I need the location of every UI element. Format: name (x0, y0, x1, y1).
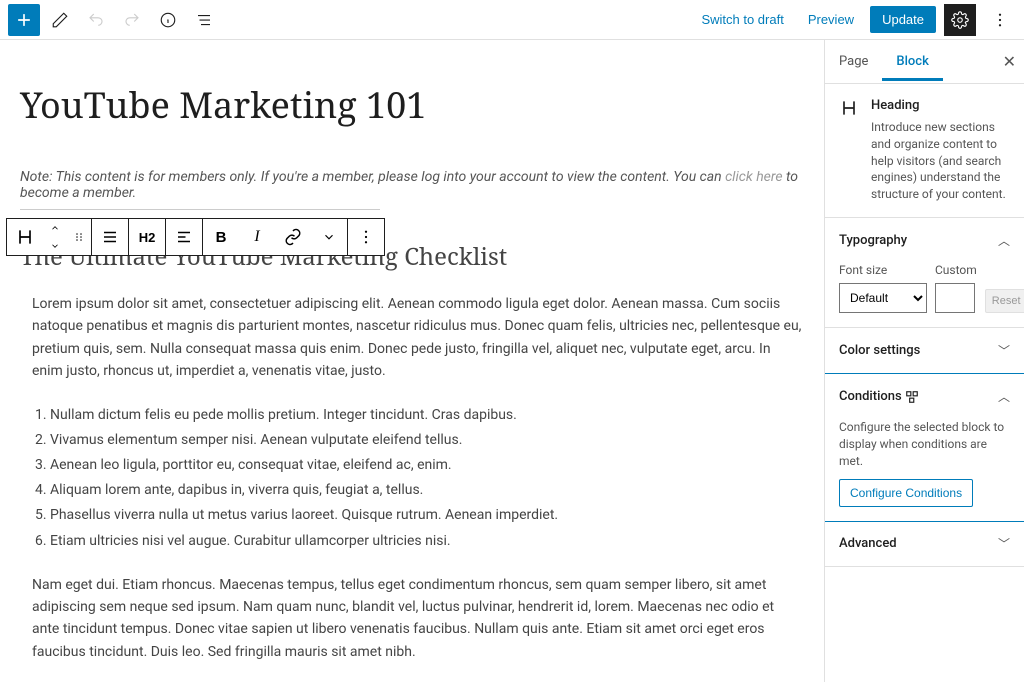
heading-block-icon (839, 98, 859, 203)
text-align-button[interactable] (166, 219, 202, 255)
font-size-select[interactable]: Default (839, 283, 927, 313)
click-here-link[interactable]: click here (725, 169, 783, 185)
block-description: Introduce new sections and organize cont… (871, 119, 1010, 203)
reset-button[interactable]: Reset (985, 289, 1024, 313)
page-title[interactable]: YouTube Marketing 101 (20, 80, 804, 129)
chevron-down-icon: ﹀ (998, 535, 1010, 552)
paragraph-block[interactable]: Lorem ipsum dolor sit amet, consectetuer… (32, 293, 804, 383)
kebab-icon (357, 228, 375, 246)
main-area: YouTube Marketing 101 Note: This content… (0, 40, 1024, 682)
heading-icon (15, 227, 35, 247)
top-toolbar-right: Switch to draft Preview Update (693, 4, 1016, 36)
settings-button[interactable] (944, 4, 976, 36)
info-button[interactable] (152, 4, 184, 36)
move-down-button[interactable] (43, 237, 67, 255)
outline-icon (195, 11, 213, 29)
color-settings-panel: Color settings ﹀ (825, 328, 1024, 374)
chevron-down-icon: ﹀ (998, 342, 1010, 359)
redo-button[interactable] (116, 4, 148, 36)
tab-page[interactable]: Page (825, 42, 882, 81)
chevron-down-icon (322, 230, 336, 244)
chevron-up-icon (48, 223, 62, 233)
editor-canvas[interactable]: YouTube Marketing 101 Note: This content… (0, 40, 824, 682)
configure-conditions-button[interactable]: Configure Conditions (839, 479, 973, 507)
note-prefix: Note: This content is for members only. … (20, 169, 725, 185)
settings-sidebar: Page Block ✕ Heading Introduce new secti… (824, 40, 1024, 682)
block-more-button[interactable] (348, 219, 384, 255)
advanced-panel: Advanced ﹀ (825, 521, 1024, 567)
content-column: Lorem ipsum dolor sit amet, consectetuer… (20, 293, 804, 682)
list-item[interactable]: Etiam ultricies nisi vel augue. Curabitu… (50, 529, 804, 554)
undo-icon (87, 11, 105, 29)
chevron-up-icon: ︿ (998, 388, 1010, 405)
typography-panel: Typography ︿ Font size Default Custom (825, 218, 1024, 328)
link-icon (284, 228, 302, 246)
block-card: Heading Introduce new sections and organ… (825, 84, 1024, 218)
conditions-toggle[interactable]: Conditions ︿ (825, 374, 1024, 419)
add-block-button[interactable] (8, 4, 40, 36)
update-button[interactable]: Update (870, 6, 936, 33)
advanced-toggle[interactable]: Advanced ﹀ (825, 521, 1024, 566)
plus-icon (14, 10, 34, 30)
chevron-up-icon: ︿ (998, 232, 1010, 249)
drag-icon (73, 228, 85, 246)
app-root: Switch to draft Preview Update YouTube M… (0, 0, 1024, 682)
custom-font-size-input[interactable] (935, 283, 975, 313)
info-icon (159, 11, 177, 29)
drag-handle[interactable] (67, 219, 91, 255)
panel-title: Typography (839, 233, 907, 248)
list-item[interactable]: Aenean leo ligula, porttitor eu, consequ… (50, 453, 804, 478)
top-toolbar-left (8, 4, 220, 36)
conditions-icon (905, 390, 919, 404)
separator-rule (20, 209, 380, 210)
list-item[interactable]: Phasellus viverra nulla ut metus varius … (50, 503, 804, 528)
italic-button[interactable]: I (239, 219, 275, 255)
block-title: Heading (871, 98, 1010, 113)
conditions-panel: Conditions ︿ Configure the selected bloc… (824, 373, 1024, 522)
custom-label: Custom (935, 263, 977, 277)
close-sidebar-button[interactable]: ✕ (1003, 52, 1016, 71)
tab-block[interactable]: Block (882, 42, 942, 81)
chevron-down-icon (48, 241, 62, 251)
panel-title: Color settings (839, 343, 920, 358)
sidebar-tabs: Page Block ✕ (825, 40, 1024, 84)
list-block[interactable]: Nullam dictum felis eu pede mollis preti… (32, 403, 804, 554)
move-up-button[interactable] (43, 219, 67, 237)
undo-button[interactable] (80, 4, 112, 36)
bold-button[interactable]: B (203, 219, 239, 255)
pencil-icon (51, 11, 69, 29)
align-button[interactable] (92, 219, 128, 255)
preview-button[interactable]: Preview (800, 6, 862, 33)
more-menu-button[interactable] (984, 4, 1016, 36)
paragraph-block[interactable]: Nam eget dui. Etiam rhoncus. Maecenas te… (32, 574, 804, 664)
gear-icon (951, 11, 969, 29)
list-item[interactable]: Aliquam lorem ante, dapibus in, viverra … (50, 478, 804, 503)
block-toolbar: H2 B I (6, 218, 385, 256)
list-item[interactable]: Vivamus elementum semper nisi. Aenean vu… (50, 428, 804, 453)
align-icon (101, 228, 119, 246)
switch-to-draft-button[interactable]: Switch to draft (693, 6, 791, 33)
list-item[interactable]: Nullam dictum felis eu pede mollis preti… (50, 403, 804, 428)
more-rich-text-button[interactable] (311, 219, 347, 255)
link-button[interactable] (275, 219, 311, 255)
panel-title: Conditions (839, 389, 919, 404)
redo-icon (123, 11, 141, 29)
top-toolbar: Switch to draft Preview Update (0, 0, 1024, 40)
edit-mode-button[interactable] (44, 4, 76, 36)
outline-button[interactable] (188, 4, 220, 36)
typography-panel-toggle[interactable]: Typography ︿ (825, 218, 1024, 263)
align-left-icon (175, 228, 193, 246)
kebab-icon (991, 11, 1009, 29)
conditions-description: Configure the selected block to display … (839, 419, 1010, 469)
color-settings-toggle[interactable]: Color settings ﹀ (825, 328, 1024, 373)
block-type-heading-button[interactable] (7, 219, 43, 255)
heading-level-button[interactable]: H2 (129, 219, 165, 255)
member-note: Note: This content is for members only. … (20, 169, 804, 210)
panel-title: Advanced (839, 536, 897, 551)
font-size-label: Font size (839, 263, 927, 277)
